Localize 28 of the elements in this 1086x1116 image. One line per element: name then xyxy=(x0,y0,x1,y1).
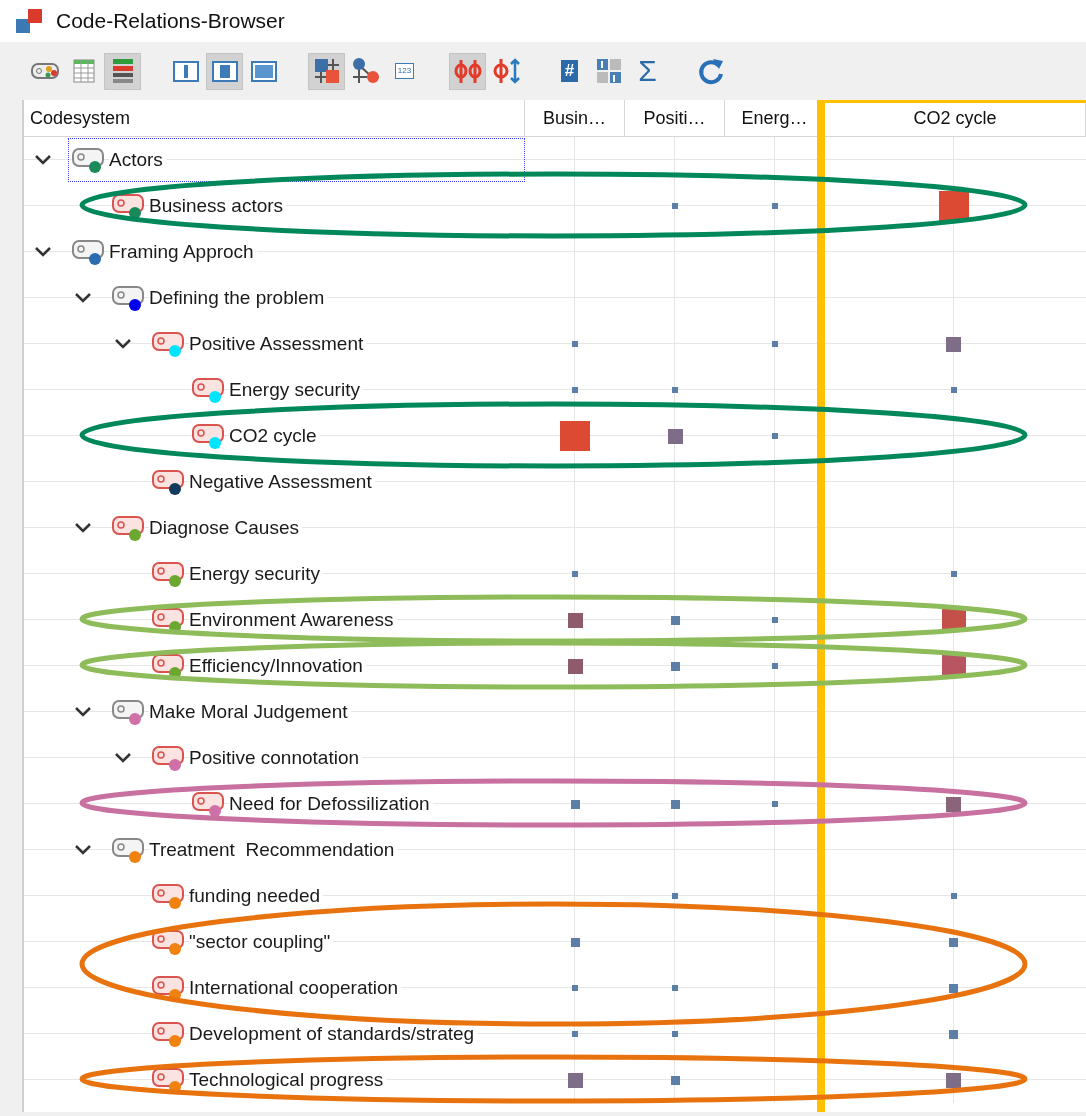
phi-button[interactable] xyxy=(449,52,486,90)
relation-square[interactable] xyxy=(946,336,961,352)
panel-button[interactable] xyxy=(206,52,243,90)
relation-square[interactable] xyxy=(949,1029,958,1039)
relation-square[interactable] xyxy=(938,191,969,221)
relation-square[interactable] xyxy=(950,387,957,393)
relation-square[interactable] xyxy=(670,661,680,671)
sum-button[interactable]: Σ xyxy=(629,52,666,90)
hash-button[interactable]: # xyxy=(551,52,588,90)
relation-square[interactable] xyxy=(670,799,680,809)
relation-square[interactable] xyxy=(570,799,580,809)
window-title: Code-Relations-Browser xyxy=(56,9,285,33)
relation-square[interactable] xyxy=(567,612,583,628)
relation-square[interactable] xyxy=(570,937,580,947)
relation-square[interactable] xyxy=(946,796,961,812)
relation-square[interactable] xyxy=(670,615,680,625)
numbers-button[interactable]: 123 xyxy=(386,52,423,90)
relation-square[interactable] xyxy=(567,658,583,674)
relation-square[interactable] xyxy=(950,571,957,577)
bars-button[interactable] xyxy=(104,52,141,90)
relation-square[interactable] xyxy=(667,428,683,444)
relation-square[interactable] xyxy=(949,937,958,947)
relation-square[interactable] xyxy=(950,893,957,899)
relation-square[interactable] xyxy=(949,983,958,993)
relation-square[interactable] xyxy=(567,1072,583,1088)
relation-square[interactable] xyxy=(670,1075,680,1085)
squares-button[interactable] xyxy=(308,52,345,90)
relation-square[interactable] xyxy=(946,1072,961,1088)
